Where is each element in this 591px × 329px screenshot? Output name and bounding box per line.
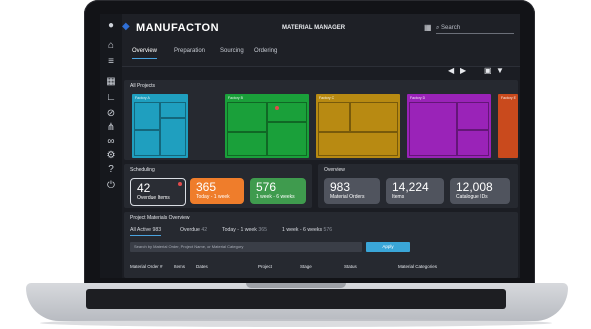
overview-orders[interactable]: 983 Material Orders: [324, 178, 380, 204]
overview-catalogue[interactable]: 12,008 Catalogue IDs: [450, 178, 510, 204]
col-material-order[interactable]: Material Order #: [130, 264, 163, 269]
scheduling-overdue[interactable]: 42 Overdue Items: [130, 178, 186, 206]
avatar[interactable]: ●: [105, 20, 117, 32]
project-card[interactable]: Factory E: [498, 94, 518, 158]
next-icon[interactable]: ▶: [460, 66, 466, 75]
project-card[interactable]: Factory B: [225, 94, 309, 158]
base-notch: [246, 283, 346, 288]
all-projects-panel: All Projects Factory A Factory B Factory…: [124, 80, 518, 160]
gear-icon[interactable]: ⚙: [105, 150, 117, 162]
power-icon[interactable]: ⏻: [105, 180, 117, 192]
panel-title: Scheduling: [130, 167, 155, 173]
laptop-lid: ● ⌂ ≡ ▦ ∟ ⊘ ⋔ ∞ ⚙ ? ⏻ ◆ MANUFACTON MATER…: [84, 0, 535, 290]
brand-logo-icon: ◆: [122, 21, 130, 32]
tab-preparation[interactable]: Preparation: [174, 48, 205, 54]
scheduling-today[interactable]: 365 Today - 1 week: [190, 178, 244, 204]
search-input[interactable]: ⌕ Search: [436, 23, 514, 34]
col-items[interactable]: Items: [174, 264, 185, 269]
alert-dot: [178, 182, 182, 186]
filter-today-week[interactable]: Today - 1 week 365: [222, 227, 267, 233]
sidebar: ● ⌂ ≡ ▦ ∟ ⊘ ⋔ ∞ ⚙ ? ⏻: [100, 14, 122, 278]
app-title: MATERIAL MANAGER: [282, 25, 346, 31]
panel-title: Project Materials Overview: [130, 215, 190, 221]
app-screen: ● ⌂ ≡ ▦ ∟ ⊘ ⋔ ∞ ⚙ ? ⏻ ◆ MANUFACTON MATER…: [100, 14, 520, 278]
hierarchy-icon[interactable]: ⋔: [105, 122, 117, 134]
overview-panel: Overview 983 Material Orders 14,224 Item…: [318, 164, 518, 208]
filter-weeks[interactable]: 1 week - 6 weeks 576: [282, 227, 332, 233]
apply-button[interactable]: Apply: [366, 242, 410, 252]
project-card[interactable]: Factory D: [407, 94, 491, 158]
tab-sourcing[interactable]: Sourcing: [220, 48, 244, 54]
search-icon: ⌕: [436, 25, 440, 31]
scheduling-panel: Scheduling 42 Overdue Items 365 Today - …: [124, 164, 312, 208]
angle-icon[interactable]: ∟: [105, 92, 117, 104]
tab-overview[interactable]: Overview: [132, 48, 158, 59]
overview-items[interactable]: 14,224 Items: [386, 178, 444, 204]
filter-all-active[interactable]: All Active 983: [130, 227, 162, 236]
top-bar: ◆ MANUFACTON MATERIAL MANAGER ▦ ⌕ Search: [122, 14, 520, 42]
calendar-icon[interactable]: ▣: [484, 66, 492, 75]
home-icon[interactable]: ⌂: [105, 40, 117, 52]
materials-search-input[interactable]: Search by Material Order, Project Name, …: [130, 242, 362, 252]
filter-overdue[interactable]: Overdue 42: [180, 227, 207, 233]
col-stage[interactable]: Stage: [300, 264, 312, 269]
search-placeholder: Search: [441, 25, 461, 31]
project-card[interactable]: Factory A: [132, 94, 188, 158]
help-icon[interactable]: ?: [105, 164, 117, 176]
tab-ordering[interactable]: Ordering: [254, 48, 277, 54]
apps-grid-icon[interactable]: ▦: [424, 23, 432, 32]
boxes-icon[interactable]: ▦: [105, 76, 117, 88]
panel-title: All Projects: [130, 83, 156, 89]
col-status[interactable]: Status: [344, 264, 357, 269]
cancel-icon[interactable]: ⊘: [105, 108, 117, 120]
col-project[interactable]: Project: [258, 264, 272, 269]
toolbar: ◀ ▶ ▣ ▼: [122, 66, 520, 78]
laptop-base: [26, 283, 568, 321]
scheduling-weeks[interactable]: 576 1 week - 6 weeks: [250, 178, 306, 204]
col-dates[interactable]: Dates: [196, 264, 208, 269]
col-material-categories[interactable]: Material Categories: [398, 264, 437, 269]
project-materials-panel: Project Materials Overview All Active 98…: [124, 212, 518, 278]
panel-title: Overview: [324, 167, 345, 173]
keyboard: [86, 289, 506, 309]
link-icon[interactable]: ∞: [105, 136, 117, 148]
brand-name: MANUFACTON: [136, 22, 220, 34]
alert-dot: [275, 106, 279, 110]
prev-icon[interactable]: ◀: [448, 66, 454, 75]
base-shadow: [40, 319, 552, 327]
filter-icon[interactable]: ▼: [496, 66, 504, 75]
project-card[interactable]: Factory C: [316, 94, 400, 158]
list-icon[interactable]: ≡: [105, 56, 117, 68]
tab-bar: Overview Preparation Sourcing Ordering: [122, 42, 520, 67]
